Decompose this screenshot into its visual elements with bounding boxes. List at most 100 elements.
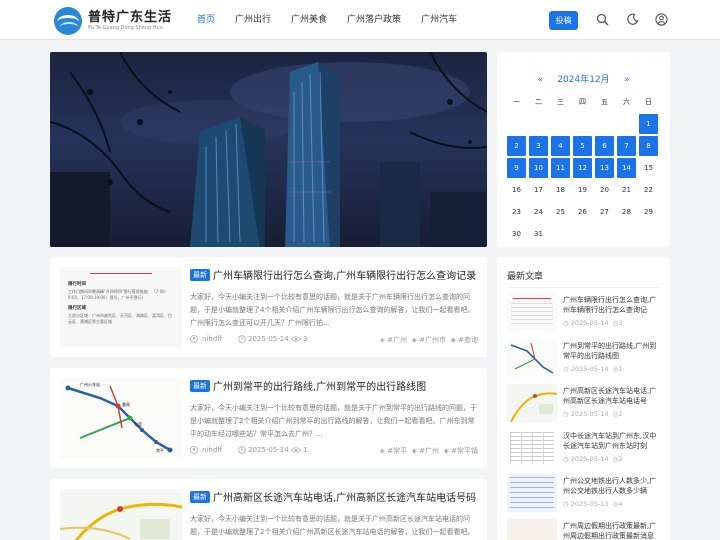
calendar-day: 18 xyxy=(556,186,565,194)
recent-post-item[interactable]: 广州公交地铁出行人数多少,广州公交地铁出行人数多少辆 ◷ 2025-05-13 … xyxy=(507,474,660,512)
post-tag[interactable]: #常平 xyxy=(387,447,407,455)
recent-post-item[interactable]: 广州高新区长途汽车站电话,广州高新区长途汽车站电话号 ◷ 2025-05-14 … xyxy=(507,384,660,422)
post-tag[interactable]: #广州市 xyxy=(419,336,446,344)
recent-post-title[interactable]: 汉中长途汽车站到广州东,汉中长途汽车站到广州东站时刻 xyxy=(563,431,660,451)
post-title[interactable]: 广州车辆限行出行怎么查询,广州车辆限行出行怎么查询记录 xyxy=(213,267,476,282)
post-tags: ◈ #广州 ◈ #广州市 ◈ #查询 xyxy=(380,335,478,345)
post-tag[interactable]: #常平镇 xyxy=(451,447,478,455)
map-label: 东莞 xyxy=(134,422,142,427)
post-tag[interactable]: #查询 xyxy=(458,336,478,344)
recent-post-views: 1 xyxy=(618,365,623,373)
recent-post-thumbnail[interactable] xyxy=(507,429,557,467)
recent-post-meta: ◷ 2025-05-14 ◎2 xyxy=(563,410,623,418)
chart-table-illustration xyxy=(510,477,554,509)
author-avatar-icon xyxy=(190,446,198,456)
post-title[interactable]: 广州到常平的出行路线,广州到常平的出行路线图 xyxy=(213,378,426,393)
calendar-day[interactable]: 10 xyxy=(529,158,548,178)
thumb-divider xyxy=(513,298,551,299)
thumb-divider xyxy=(90,273,152,274)
recent-posts-widget: 最新文章 广州车辆限行出行怎么查询,广州车辆限行出行怎么查询记 ◷ 2025-0… xyxy=(497,257,670,540)
recent-post-title[interactable]: 广州周边假期出行政策最新,广州周边假期出行政策最新消息 xyxy=(563,521,660,540)
calendar-day[interactable]: 8 xyxy=(639,136,658,156)
recent-post-meta: ◷ 2025-05-14 ◎3 xyxy=(563,319,623,327)
recent-post-item[interactable]: 广州车辆限行出行怎么查询,广州车辆限行出行怎么查询记 ◷ 2025-05-14 … xyxy=(507,293,660,331)
calendar-day: 24 xyxy=(534,208,543,216)
calendar-day[interactable]: 2 xyxy=(507,136,526,156)
post-thumbnail[interactable]: 广州火车站 番禺 东莞 常平 xyxy=(60,378,182,458)
post-meta: nihdff 2025-05-14 3 ◈ #广州 ◈ #广州市 ◈ #查询 xyxy=(190,335,478,347)
night-skyline-illustration xyxy=(50,52,487,247)
calendar-weekday: 日 xyxy=(645,98,652,106)
area-map-illustration xyxy=(510,392,557,422)
site-subtitle: Pu Te Guang Dong Sheng Huo xyxy=(88,25,163,31)
widget-divider xyxy=(507,287,660,288)
calendar-day[interactable]: 9 xyxy=(507,158,526,178)
recent-post-thumbnail[interactable] xyxy=(507,519,557,540)
nav-item-food[interactable]: 广州美食 xyxy=(291,0,327,40)
calendar-widget: « 2024年12月 » 一二三四五六日 1 2 3 4 5 6 7 8 9 10 11 12 13 14 1… xyxy=(497,52,670,247)
post-tag[interactable]: #广州 xyxy=(419,447,439,455)
post-date: 2025-05-14 xyxy=(248,335,289,343)
calendar-weekday: 一 xyxy=(513,98,520,106)
post-author[interactable]: nihdff xyxy=(202,335,222,343)
calendar-day[interactable]: 13 xyxy=(595,158,614,178)
tag-icon: ◈ xyxy=(409,447,417,455)
recent-post-thumbnail[interactable] xyxy=(507,339,557,377)
recent-post-title[interactable]: 广州公交地铁出行人数多少,广州公交地铁出行人数多少辆 xyxy=(563,476,660,496)
post-views: 1 xyxy=(303,446,308,454)
post-author[interactable]: nihdff xyxy=(202,446,222,454)
calendar-day[interactable]: 14 xyxy=(617,158,636,178)
featured-banner-image[interactable] xyxy=(50,52,487,247)
calendar-day[interactable]: 1 xyxy=(639,114,658,134)
calendar-day: 30 xyxy=(512,230,521,238)
post-card[interactable]: 广州火车站 番禺 东莞 常平 最新 广州到常平的出行路线,广州到常平的出行路线图… xyxy=(50,368,487,468)
calendar-day[interactable]: 7 xyxy=(617,136,636,156)
map-label: 广州火车站 xyxy=(80,382,100,387)
recent-post-thumbnail[interactable] xyxy=(507,384,557,422)
calendar-day[interactable]: 5 xyxy=(573,136,592,156)
recent-post-item[interactable]: 广州到常平的出行路线,广州到常平的出行路线图 ◷ 2025-05-14 ◎1 xyxy=(507,339,660,377)
calendar-day: 19 xyxy=(578,186,587,194)
recent-post-title[interactable]: 广州高新区长途汽车站电话,广州高新区长途汽车站电话号 xyxy=(563,386,660,406)
post-button[interactable]: 投稿 xyxy=(549,11,578,30)
calendar-day[interactable]: 3 xyxy=(529,136,548,156)
map-label: 番禺 xyxy=(122,402,130,407)
map-label: 常平 xyxy=(156,448,164,453)
calendar-day: 29 xyxy=(644,208,653,216)
calendar-weekday: 五 xyxy=(601,98,608,106)
post-card[interactable]: 最新 广州高新区长途汽车站电话,广州高新区长途汽车站电话号码 大家好，今天小编关… xyxy=(50,479,487,540)
nav-item-home[interactable]: 首页 xyxy=(197,0,215,40)
recent-post-item[interactable]: 广州周边假期出行政策最新,广州周边假期出行政策最新消息 xyxy=(507,519,660,540)
post-thumbnail[interactable] xyxy=(60,489,182,540)
calendar-day[interactable]: 6 xyxy=(595,136,614,156)
thumb-text-time: 工作日期间早晚高峰"开四停四"限行管理措施：（7:00-9:00，17:00-1… xyxy=(68,289,167,300)
post-tag[interactable]: #广州 xyxy=(387,336,407,344)
calendar-next-button[interactable]: » xyxy=(624,75,630,85)
route-map-illustration xyxy=(65,385,173,453)
calendar-day[interactable]: 11 xyxy=(551,158,570,178)
calendar-day[interactable]: 4 xyxy=(551,136,570,156)
calendar-day[interactable]: 12 xyxy=(573,158,592,178)
nav-item-travel[interactable]: 广州出行 xyxy=(235,0,271,40)
recent-posts-title: 最新文章 xyxy=(507,272,544,282)
author-avatar-icon xyxy=(190,335,198,345)
moon-icon[interactable] xyxy=(626,13,639,26)
logo-wave-icon xyxy=(54,7,82,35)
post-card[interactable]: 限行时间 工作日期间早晚高峰"开四停四"限行管理措施：（7:00-9:00，17… xyxy=(50,257,487,357)
recent-post-thumbnail[interactable] xyxy=(507,474,557,512)
post-tags: ◈ #常平 ◈ #广州 ◈ #常平镇 xyxy=(380,446,478,456)
post-title[interactable]: 广州高新区长途汽车站电话,广州高新区长途汽车站电话号码 xyxy=(213,489,476,504)
recent-post-title[interactable]: 广州车辆限行出行怎么查询,广州车辆限行出行怎么查询记 xyxy=(563,295,660,315)
recent-post-title[interactable]: 广州到常平的出行路线,广州到常平的出行路线图 xyxy=(563,341,660,361)
post-excerpt: 大家好，今天小编关注到一个比较有意思的话题，就是关于广州高新区长途汽车站电话的问… xyxy=(190,515,475,536)
post-thumbnail[interactable]: 限行时间 工作日期间早晚高峰"开四停四"限行管理措施：（7:00-9:00，17… xyxy=(60,267,182,347)
recent-post-thumbnail[interactable] xyxy=(507,293,557,331)
calendar-empty-cell xyxy=(595,114,614,134)
recent-post-item[interactable]: 汉中长途汽车站到广州东,汉中长途汽车站到广州东站时刻 ◷ 2025-05-14 … xyxy=(507,429,660,467)
user-icon[interactable] xyxy=(655,13,668,26)
calendar-prev-button[interactable]: « xyxy=(537,75,543,85)
nav-item-cars[interactable]: 广州汽车 xyxy=(421,0,457,40)
nav-item-hukou[interactable]: 广州落户政策 xyxy=(347,0,401,40)
search-icon[interactable] xyxy=(596,13,609,26)
site-logo[interactable]: 普特广东生活 Pu Te Guang Dong Sheng Huo xyxy=(54,7,172,35)
